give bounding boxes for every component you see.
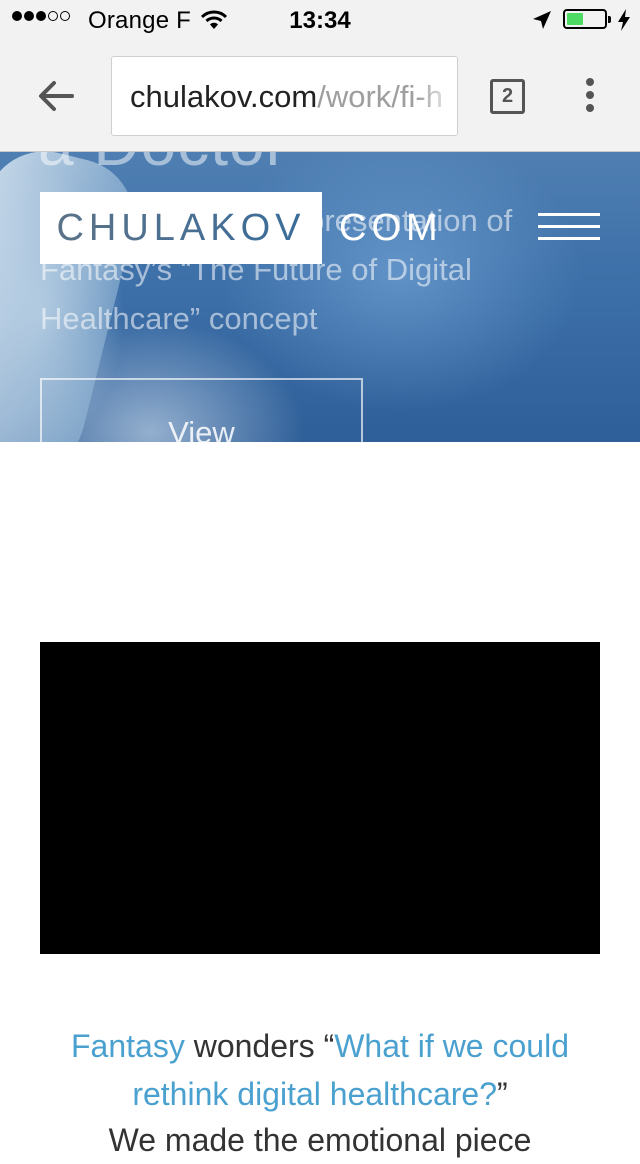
logo-suffix[interactable]: COM xyxy=(339,206,443,250)
video-player[interactable] xyxy=(40,642,600,954)
charging-bolt-icon xyxy=(617,9,631,36)
url-domain: chulakov.com xyxy=(130,79,318,114)
intro-close-quote: ” xyxy=(497,1076,508,1112)
battery-fill xyxy=(567,13,584,25)
overflow-menu-icon[interactable] xyxy=(586,78,594,117)
brand-link[interactable]: Fantasy xyxy=(71,1028,185,1064)
location-arrow-icon xyxy=(532,10,552,35)
battery-icon xyxy=(563,9,611,29)
intro-paragraph: Fantasy wonders “What if we could rethin… xyxy=(40,1022,600,1118)
site-logo[interactable]: CHULAKOV xyxy=(40,192,322,264)
logo-text: CHULAKOV xyxy=(56,207,306,249)
view-button[interactable]: View xyxy=(40,378,363,442)
url-bar[interactable]: chulakov.com/work/fi-h xyxy=(111,56,458,136)
hamburger-menu-icon[interactable] xyxy=(538,213,600,249)
intro-verb: wonders “ xyxy=(184,1028,335,1064)
status-bar: Orange F 13:34 xyxy=(0,0,640,40)
browser-toolbar: chulakov.com/work/fi-h 2 xyxy=(0,40,640,152)
hero-title: a Doctor xyxy=(38,152,288,180)
back-arrow-icon[interactable] xyxy=(36,76,76,121)
next-paragraph: We made the emotional piece xyxy=(108,1122,532,1158)
tabs-icon[interactable]: 2 xyxy=(490,79,525,114)
